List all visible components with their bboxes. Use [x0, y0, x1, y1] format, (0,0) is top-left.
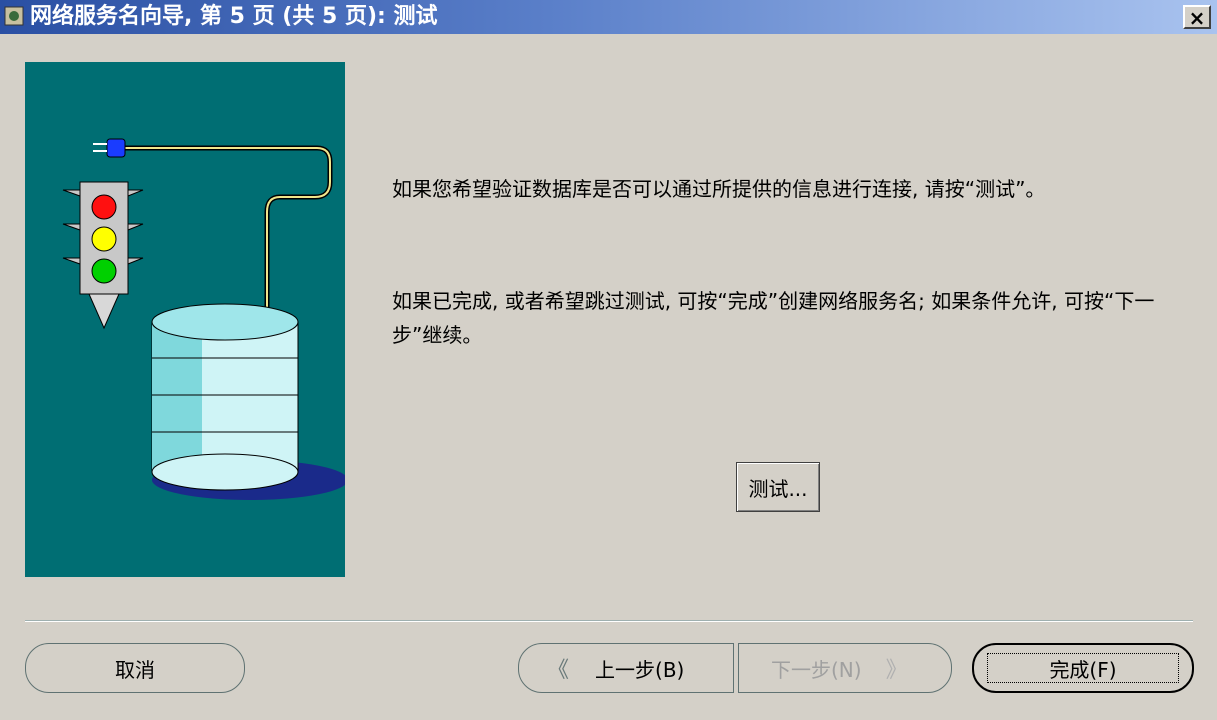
- database-icon: [151, 303, 348, 500]
- traffic-light-icon: [62, 181, 144, 330]
- wizard-illustration: [25, 62, 348, 577]
- app-icon: [4, 6, 24, 26]
- test-button[interactable]: 测试...: [736, 462, 820, 512]
- instruction-text-test: 如果您希望验证数据库是否可以通过所提供的信息进行连接, 请按“测试”。: [392, 177, 1046, 201]
- back-label: 上一步(B): [595, 657, 685, 682]
- finish-button[interactable]: 完成(F): [972, 643, 1194, 693]
- footer-divider: [25, 620, 1193, 622]
- next-button: 下一步(N) 》: [738, 643, 952, 693]
- close-icon: ×: [1188, 6, 1206, 30]
- chevron-left-icon: 《: [547, 658, 570, 683]
- cancel-label: 取消: [115, 657, 155, 682]
- chevron-right-icon: 》: [885, 658, 908, 683]
- instruction-text-finish: 如果已完成, 或者希望跳过测试, 可按“完成”创建网络服务名; 如果条件允许, …: [392, 289, 1155, 347]
- finish-focus-ring: 完成(F): [987, 653, 1179, 683]
- title-bar: 网络服务名向导, 第 5 页 (共 5 页): 测试 ×: [0, 0, 1217, 34]
- window-title: 网络服务名向导, 第 5 页 (共 5 页): 测试: [30, 4, 438, 29]
- close-button[interactable]: ×: [1183, 5, 1211, 29]
- back-button[interactable]: 《 上一步(B): [518, 643, 734, 693]
- cancel-button[interactable]: 取消: [25, 643, 245, 693]
- illustration-graphic: [62, 138, 348, 500]
- plug-icon: [93, 138, 126, 158]
- finish-label: 完成(F): [1049, 657, 1117, 682]
- next-label: 下一步(N): [771, 657, 862, 682]
